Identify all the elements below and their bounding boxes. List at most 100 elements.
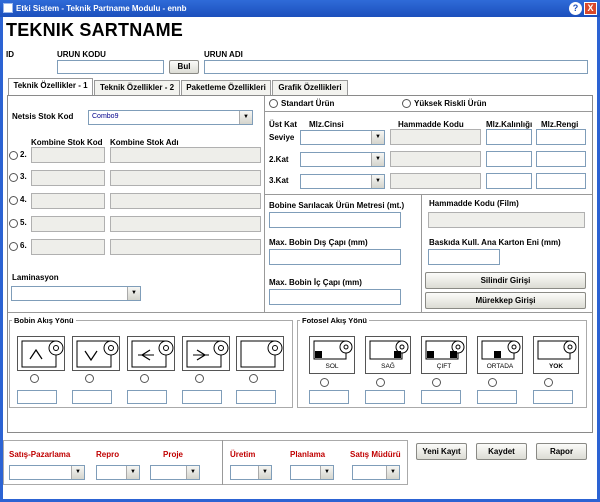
kat-2-kalinlik-input[interactable] (486, 151, 532, 167)
kat-2-cinsi-combo[interactable] (300, 152, 385, 167)
proje-combo[interactable] (150, 465, 200, 480)
bobin-up-radio[interactable] (30, 374, 39, 383)
close-button[interactable]: X (584, 2, 597, 15)
fotosel-cift-input[interactable] (421, 390, 461, 404)
bobin-blank-input[interactable] (236, 390, 276, 404)
fotosel-cift-radio[interactable] (432, 378, 441, 387)
fotosel-sag-input[interactable] (365, 390, 405, 404)
row-5-kod-input[interactable] (31, 216, 105, 232)
chevron-down-icon[interactable] (371, 175, 384, 188)
fotosel-sol-radio[interactable] (320, 378, 329, 387)
kat-3-hammadde-input[interactable] (390, 173, 481, 189)
hammadde-film-input[interactable] (428, 212, 585, 228)
bobin-left-input[interactable] (127, 390, 167, 404)
max-dis-cap-input[interactable] (269, 249, 401, 265)
fotosel-yok-caption: YOK (548, 363, 564, 370)
id-label: ID (6, 50, 14, 59)
fotosel-ortada-radio[interactable] (488, 378, 497, 387)
ust-kat-hammadde-input[interactable] (390, 129, 481, 145)
kat-3-cinsi-combo[interactable] (300, 174, 385, 189)
chevron-down-icon[interactable] (371, 131, 384, 144)
fotosel-sag-image[interactable]: SAĞ (365, 336, 411, 374)
row-3-kod-input[interactable] (31, 170, 105, 186)
fotosel-yok-radio[interactable] (544, 378, 553, 387)
chevron-down-icon[interactable] (371, 153, 384, 166)
row-3-adi-input[interactable] (110, 170, 261, 186)
satis-pazarlama-combo[interactable] (9, 465, 85, 480)
row-2-adi-input[interactable] (110, 147, 261, 163)
row-4-adi-input[interactable] (110, 193, 261, 209)
bobin-left-radio[interactable] (140, 374, 149, 383)
row-2-radio[interactable] (9, 151, 18, 160)
ust-kat-cinsi-combo[interactable] (300, 130, 385, 145)
silindir-girisi-button[interactable]: Silindir Girişi (425, 272, 586, 289)
max-ic-cap-input[interactable] (269, 289, 401, 305)
murekkep-girisi-button[interactable]: Mürekkep Girişi (425, 292, 586, 309)
chevron-down-icon[interactable] (71, 466, 84, 479)
ust-kat-kalinlik-input[interactable] (486, 129, 532, 145)
bobin-left-image[interactable] (127, 336, 175, 371)
planlama-combo[interactable] (290, 465, 334, 480)
row-2-kod-input[interactable] (31, 147, 105, 163)
urun-adi-input[interactable] (204, 60, 588, 74)
row-6-kod-input[interactable] (31, 239, 105, 255)
baskida-karton-input[interactable] (428, 249, 500, 265)
tab-teknik-1[interactable]: Teknik Özellikler - 1 (8, 78, 93, 95)
bobin-right-input[interactable] (182, 390, 222, 404)
fotosel-yok-input[interactable] (533, 390, 573, 404)
rapor-button[interactable]: Rapor (536, 443, 587, 460)
bobin-down-radio[interactable] (85, 374, 94, 383)
row-6-radio[interactable] (9, 242, 18, 251)
bul-button[interactable]: Bul (169, 60, 199, 74)
fotosel-yok-image[interactable]: YOK (533, 336, 579, 374)
ust-kat-renk-input[interactable] (536, 129, 586, 145)
chevron-down-icon[interactable] (127, 287, 140, 300)
uretim-combo[interactable] (230, 465, 272, 480)
fotosel-sag-radio[interactable] (376, 378, 385, 387)
yuksek-riskli-radio[interactable] (402, 99, 411, 108)
kat-2-hammadde-input[interactable] (390, 151, 481, 167)
bobin-up-input[interactable] (17, 390, 57, 404)
chevron-down-icon[interactable] (320, 466, 333, 479)
chevron-down-icon[interactable] (239, 111, 252, 124)
fotosel-cift-image[interactable]: ÇIFT (421, 336, 467, 374)
row-3-radio[interactable] (9, 173, 18, 182)
chevron-down-icon[interactable] (186, 466, 199, 479)
repro-combo[interactable] (96, 465, 140, 480)
tab-teknik-2[interactable]: Teknik Özellikler - 2 (94, 80, 180, 95)
standart-urun-radio[interactable] (269, 99, 278, 108)
bobin-blank-image[interactable] (236, 336, 284, 371)
bobin-down-input[interactable] (72, 390, 112, 404)
yeni-kayit-button[interactable]: Yeni Kayıt (416, 443, 467, 460)
bobin-right-image[interactable] (182, 336, 230, 371)
fotosel-sol-input[interactable] (309, 390, 349, 404)
chevron-down-icon[interactable] (258, 466, 271, 479)
chevron-down-icon[interactable] (386, 466, 399, 479)
tab-paketleme[interactable]: Paketleme Özellikleri (181, 80, 271, 95)
fotosel-sol-image[interactable]: SOL (309, 336, 355, 374)
bobin-down-image[interactable] (72, 336, 120, 371)
tab-grafik[interactable]: Grafik Özellikleri (272, 80, 348, 95)
bobin-right-radio[interactable] (195, 374, 204, 383)
netsis-stok-kod-combo[interactable]: Combo9 (88, 110, 253, 125)
kat-2-renk-input[interactable] (536, 151, 586, 167)
chevron-down-icon[interactable] (126, 466, 139, 479)
bobin-up-image[interactable] (17, 336, 65, 371)
laminasyon-combo[interactable] (11, 286, 141, 301)
help-button[interactable]: ? (569, 2, 582, 15)
row-4-radio[interactable] (9, 196, 18, 205)
urun-kodu-input[interactable] (57, 60, 164, 74)
bobin-blank-radio[interactable] (249, 374, 258, 383)
kaydet-button[interactable]: Kaydet (476, 443, 527, 460)
row-5-radio[interactable] (9, 219, 18, 228)
fotosel-ortada-image[interactable]: ORTADA (477, 336, 523, 374)
row-4-kod-input[interactable] (31, 193, 105, 209)
kat-3-kalinlik-input[interactable] (486, 173, 532, 189)
kat-3-renk-input[interactable] (536, 173, 586, 189)
bobine-sarilacak-input[interactable] (269, 212, 401, 228)
row-5-adi-input[interactable] (110, 216, 261, 232)
satis-muduru-combo[interactable] (352, 465, 400, 480)
row-6-adi-input[interactable] (110, 239, 261, 255)
fotosel-ortada-input[interactable] (477, 390, 517, 404)
fotosel-sag-icon (369, 340, 409, 360)
